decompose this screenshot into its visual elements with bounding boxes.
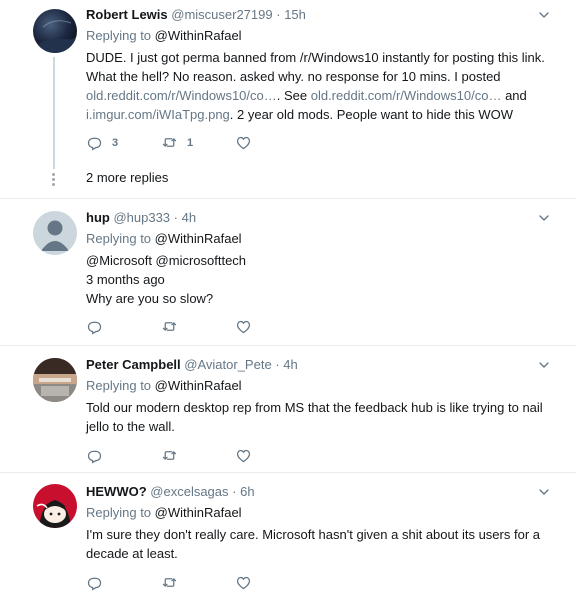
chevron-down-icon[interactable] [536,484,552,500]
tweet-header: Peter Campbell @Aviator_Pete · 4h [86,356,550,374]
replying-to-handle[interactable]: @WithinRafael [155,231,242,246]
display-name[interactable]: hup [86,210,110,225]
timestamp[interactable]: 4h [182,210,196,225]
replying-to-handle[interactable]: @WithinRafael [155,505,242,520]
separator-dot: · [173,210,178,225]
chevron-down-icon[interactable] [536,357,552,373]
retweet-icon [161,134,178,151]
timestamp[interactable]: 6h [240,484,254,499]
replying-label: Replying to [86,505,152,520]
timestamp[interactable]: 4h [283,357,297,372]
tweet-link[interactable]: old.reddit.com/r/Windows10/co… [311,88,502,103]
tweet-text-part: DUDE. I just got perma banned from /r/Wi… [86,50,545,84]
retweet-count: 1 [187,136,194,149]
heart-icon [235,134,252,151]
avatar[interactable] [33,484,77,528]
user-handle[interactable]: @miscuser27199 [171,7,272,22]
replying-label: Replying to [86,378,152,393]
tweet-text: Told our modern desktop rep from MS that… [86,400,543,434]
user-handle[interactable]: @hup333 [113,210,170,225]
tweet-link[interactable]: i.imgur.com/iWIaTpg.png [86,107,230,122]
reply-icon [86,318,103,335]
tweet-header: HEWWO? @excelsagas · 6h [86,483,550,501]
tweet-text: DUDE. I just got perma banned from /r/Wi… [86,48,550,124]
tweet-line: Why are you so slow? [86,291,214,306]
thread-line [53,57,55,169]
replying-to: Replying to @WithinRafael [86,230,550,247]
separator-dot: · [276,7,281,22]
avatar[interactable] [33,211,77,255]
replying-label: Replying to [86,28,152,43]
heart-icon [235,318,252,335]
separator-dot: · [232,484,237,499]
tweet[interactable]: Robert Lewis @miscuser27199 · 15h Replyi… [0,0,576,199]
replying-label: Replying to [86,231,152,246]
replying-to-handle[interactable]: @WithinRafael [155,28,242,43]
tweet[interactable]: hup @hup333 · 4h Replying to @WithinRafa… [0,199,576,346]
retweet-icon [161,447,178,464]
display-name[interactable]: HEWWO? [86,484,147,499]
display-name[interactable]: Robert Lewis [86,7,168,22]
chevron-down-icon[interactable] [536,210,552,226]
replying-to-handle[interactable]: @WithinRafael [155,378,242,393]
reply-button[interactable]: 3 [86,134,118,151]
reply-button[interactable] [86,574,103,591]
reply-button[interactable] [86,447,103,464]
heart-icon [235,574,252,591]
like-button[interactable] [235,318,252,335]
retweet-button[interactable] [161,447,178,464]
retweet-button[interactable]: 1 [161,134,193,151]
more-replies-dots [52,173,55,188]
tweet-text-part: and [501,88,527,103]
tweet-header: hup @hup333 · 4h [86,209,550,227]
tweet-text: I'm sure they don't really care. Microso… [86,527,540,561]
retweet-button[interactable] [161,574,178,591]
avatar[interactable] [33,9,77,53]
reply-icon [86,574,103,591]
tweet-text: @Microsoft @microsofttech 3 months ago W… [86,251,550,308]
reply-icon [86,447,103,464]
replying-to: Replying to @WithinRafael [86,377,550,394]
heart-icon [235,447,252,464]
chevron-down-icon[interactable] [536,7,552,23]
replying-to: Replying to @WithinRafael [86,504,550,521]
tweet[interactable]: HEWWO? @excelsagas · 6h Replying to @Wit… [0,473,576,596]
tweet-text-part: . 2 year old mods. People want to hide t… [229,107,514,122]
reply-count: 3 [112,136,119,149]
tweet-text-part: . See [276,88,311,103]
like-button[interactable] [235,574,252,591]
display-name[interactable]: Peter Campbell [86,357,181,372]
retweet-icon [161,574,178,591]
like-button[interactable] [235,447,252,464]
tweet-line: 3 months ago [86,272,165,287]
tweet[interactable]: Peter Campbell @Aviator_Pete · 4h Replyi… [0,346,576,473]
user-handle[interactable]: @excelsagas [150,484,228,499]
reply-icon [86,134,103,151]
retweet-icon [161,318,178,335]
user-handle[interactable]: @Aviator_Pete [184,357,271,372]
like-button[interactable] [235,134,252,151]
retweet-button[interactable] [161,318,178,335]
separator-dot: · [275,357,280,372]
timestamp[interactable]: 15h [284,7,306,22]
reply-button[interactable] [86,318,103,335]
replying-to: Replying to @WithinRafael [86,27,550,44]
tweet-line: @Microsoft @microsofttech [86,253,247,268]
tweet-header: Robert Lewis @miscuser27199 · 15h [86,6,550,24]
tweet-link[interactable]: old.reddit.com/r/Windows10/co… [86,88,277,103]
avatar[interactable] [33,358,77,402]
more-replies-link[interactable]: 2 more replies [86,170,168,185]
